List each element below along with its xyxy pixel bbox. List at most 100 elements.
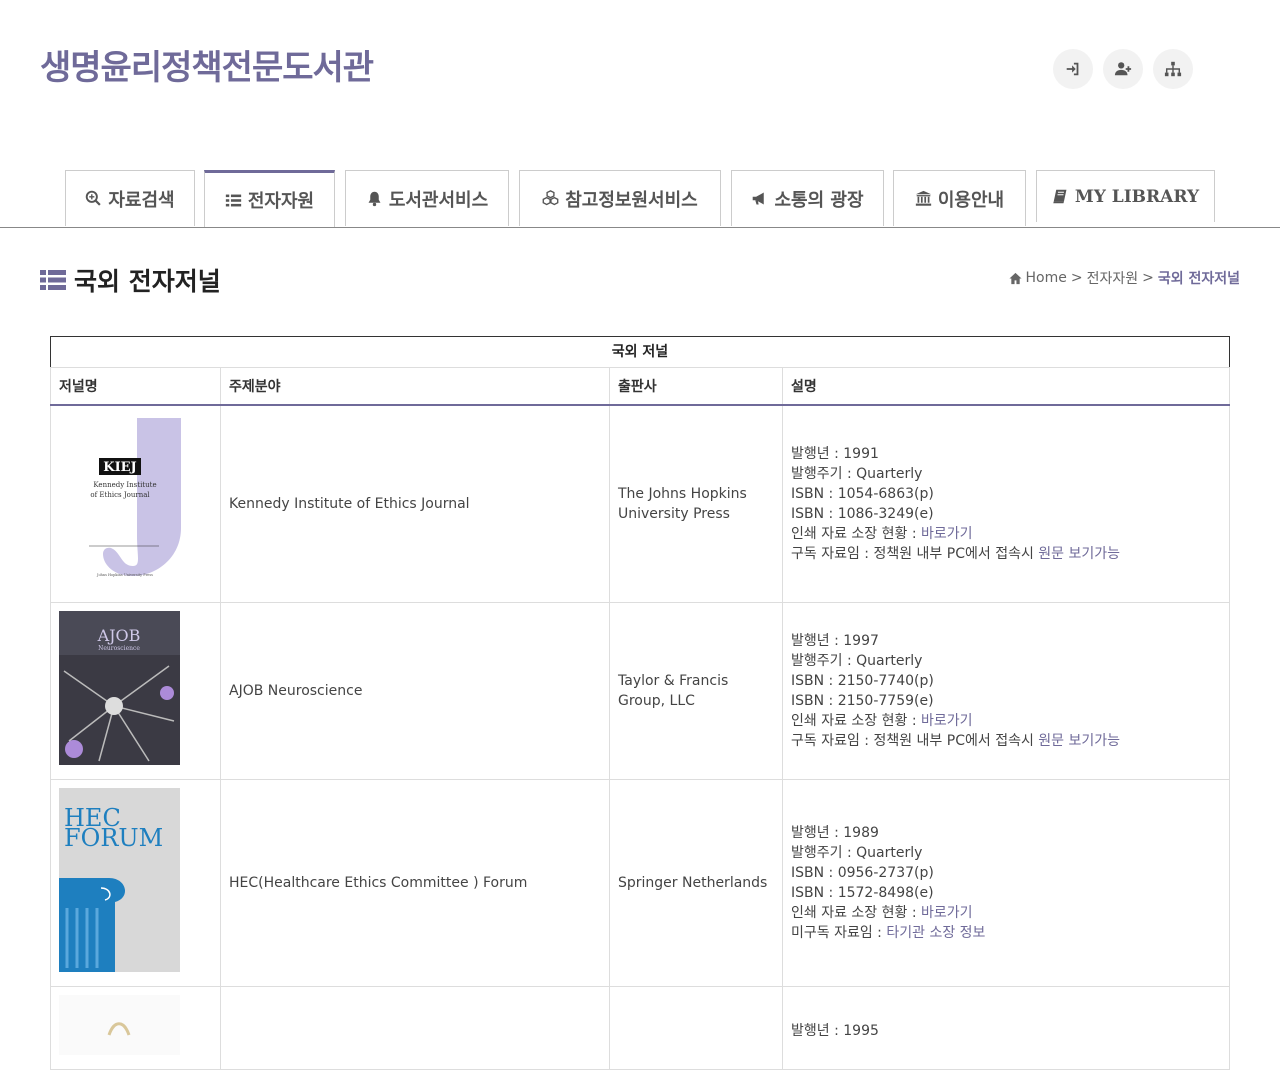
isbn-print: ISBN : 1054-6863(p) [791, 485, 934, 502]
search-icon [86, 190, 102, 206]
cover-publisher: Johns Hopkins University Press [96, 573, 153, 577]
pub-year: 발행년 : 1989 [791, 824, 879, 841]
isbn-electronic: ISBN : 1572-8498(e) [791, 884, 934, 901]
bullhorn-icon [753, 192, 765, 205]
list-icon [40, 270, 66, 290]
table-caption: 국외 저널 [50, 336, 1230, 367]
print-holdings: 인쇄 자료 소장 현황 : 바로가기 [791, 903, 1221, 923]
subscription-label: 미구독 자료임 : [791, 924, 887, 941]
subscription-info: 구독 자료임 : 정책원 내부 PC에서 접속시 원문 보기가능 [791, 544, 1221, 564]
fulltext-link[interactable]: 원문 보기가능 [1038, 546, 1120, 562]
subject-cell: HEC(Healthcare Ethics Committee ) Forum [220, 778, 610, 987]
column-header: 설명 [782, 367, 1230, 406]
table-header-row: 저널명 주제분야 출판사 설명 [50, 367, 1230, 406]
book-icon [1053, 189, 1067, 204]
cover-subtitle: Neuroscience [98, 645, 140, 652]
journal-table: 국외 저널 저널명 주제분야 출판사 설명 KIEJ Kennedy Insti… [50, 336, 1230, 1070]
description-cell: 발행년 : 1989 발행주기 : Quarterly ISBN : 0956-… [782, 778, 1230, 987]
cover-title: AJOB [97, 626, 141, 645]
isbn-electronic: ISBN : 1086-3249(e) [791, 505, 934, 522]
journal-cover-image[interactable] [59, 994, 180, 1055]
tab-label: 참고정보원서비스 [565, 189, 698, 211]
journal-cover-cell: KIEJ Kennedy Institute of Ethics Journal… [50, 404, 221, 603]
site-title[interactable]: 생명윤리정책전문도서관 [40, 40, 374, 89]
print-holdings: 인쇄 자료 소장 현황 : 바로가기 [791, 711, 1221, 731]
subject-cell [220, 985, 610, 1070]
column-header: 출판사 [609, 367, 783, 406]
subscription-label: 구독 자료임 : 정책원 내부 PC에서 접속시 [791, 732, 1039, 749]
tab-search[interactable]: 자료검색 [65, 170, 195, 226]
cubes-icon [542, 190, 559, 206]
tab-label: MY LIBRARY [1074, 186, 1200, 207]
journal-cover-cell: AJOB Neuroscience [50, 601, 221, 780]
tab-label: 이용안내 [937, 189, 1005, 211]
home-icon [1008, 272, 1022, 284]
column-header: 저널명 [50, 367, 221, 406]
pub-year: 발행년 : 1997 [791, 632, 879, 649]
fulltext-link[interactable]: 원문 보기가능 [1038, 733, 1120, 749]
cover-title: KIEJ [103, 460, 136, 475]
cover-subtitle: Kennedy Institute [93, 481, 156, 489]
table-row: KIEJ Kennedy Institute of Ethics Journal… [50, 404, 1230, 603]
breadcrumb-separator: > [1142, 270, 1154, 286]
tab-e-resources[interactable]: 전자자원 [204, 170, 335, 227]
print-holdings-label: 인쇄 자료 소장 현황 : [791, 904, 922, 921]
journal-cover-image[interactable]: KIEJ Kennedy Institute of Ethics Journal… [59, 414, 189, 579]
user-plus-icon[interactable] [1103, 49, 1143, 89]
breadcrumb: Home > 전자자원 > 국외 전자저널 [1008, 268, 1240, 288]
table-row: 발행년 : 1995 [50, 985, 1230, 1070]
subscription-label: 구독 자료임 : 정책원 내부 PC에서 접속시 [791, 545, 1039, 562]
sitemap-icon[interactable] [1153, 49, 1193, 89]
isbn-print: ISBN : 2150-7740(p) [791, 672, 934, 689]
print-holdings-link[interactable]: 바로가기 [921, 905, 973, 921]
description-cell: 발행년 : 1995 [782, 985, 1230, 1070]
page-heading: 국외 전자저널 [40, 262, 221, 298]
description-cell: 발행년 : 1991 발행주기 : Quarterly ISBN : 1054-… [782, 404, 1230, 603]
login-icon[interactable] [1053, 49, 1093, 89]
isbn-print: ISBN : 0956-2737(p) [791, 864, 934, 881]
print-holdings-link[interactable]: 바로가기 [921, 526, 973, 542]
subscription-info: 미구독 자료임 : 타기관 소장 정보 [791, 923, 1221, 943]
breadcrumb-parent[interactable]: 전자자원 [1087, 268, 1139, 288]
publisher-cell: Springer Netherlands [609, 778, 783, 987]
description-cell: 발행년 : 1997 발행주기 : Quarterly ISBN : 2150-… [782, 601, 1230, 780]
institution-icon [915, 190, 932, 206]
tab-community[interactable]: 소통의 광장 [731, 170, 884, 226]
page-title: 국외 전자저널 [74, 267, 221, 296]
pub-cycle: 발행주기 : Quarterly [791, 652, 923, 669]
other-library-link[interactable]: 타기관 소장 정보 [886, 925, 985, 941]
list-icon [225, 194, 242, 206]
pub-cycle: 발행주기 : Quarterly [791, 465, 923, 482]
breadcrumb-home[interactable]: Home [1026, 270, 1067, 286]
cover-title: FORUM [64, 824, 163, 852]
tab-my-library[interactable]: MY LIBRARY [1036, 170, 1215, 222]
pub-year: 발행년 : 1991 [791, 445, 879, 462]
main-nav: 자료검색 전자자원 도서관서비스 참고정보원서비스 소통의 광장 이용안내 MY… [0, 170, 1280, 228]
publisher-cell: The Johns Hopkins University Press [609, 404, 783, 603]
cover-subtitle: of Ethics Journal [90, 491, 150, 499]
subject-cell: AJOB Neuroscience [220, 601, 610, 780]
tab-label: 소통의 광장 [774, 189, 864, 211]
isbn-electronic: ISBN : 2150-7759(e) [791, 692, 934, 709]
journal-cover-image[interactable]: HEC FORUM [59, 787, 180, 972]
print-holdings-link[interactable]: 바로가기 [921, 713, 973, 729]
table-row: AJOB Neuroscience AJOB Neuroscience Tayl… [50, 601, 1230, 780]
subscription-info: 구독 자료임 : 정책원 내부 PC에서 접속시 원문 보기가능 [791, 731, 1221, 751]
tab-label: 도서관서비스 [388, 189, 489, 211]
tab-label: 전자자원 [247, 191, 315, 212]
print-holdings: 인쇄 자료 소장 현황 : 바로가기 [791, 524, 1221, 544]
publisher-cell [609, 985, 783, 1070]
tab-library-services[interactable]: 도서관서비스 [345, 170, 509, 226]
tab-guide[interactable]: 이용안내 [893, 170, 1026, 226]
journal-cover-cell: HEC FORUM [50, 778, 221, 987]
print-holdings-label: 인쇄 자료 소장 현황 : [791, 525, 922, 542]
pub-cycle: 발행주기 : Quarterly [791, 844, 923, 861]
tab-label: 자료검색 [108, 189, 175, 211]
breadcrumb-separator: > [1070, 270, 1083, 286]
subject-cell: Kennedy Institute of Ethics Journal [220, 404, 610, 603]
publisher-cell: Taylor & Francis Group, LLC [609, 601, 783, 780]
header-icon-group [1053, 49, 1193, 89]
tab-reference-services[interactable]: 참고정보원서비스 [519, 170, 721, 226]
journal-cover-image[interactable]: AJOB Neuroscience [59, 610, 180, 765]
journal-cover-cell [50, 985, 221, 1070]
